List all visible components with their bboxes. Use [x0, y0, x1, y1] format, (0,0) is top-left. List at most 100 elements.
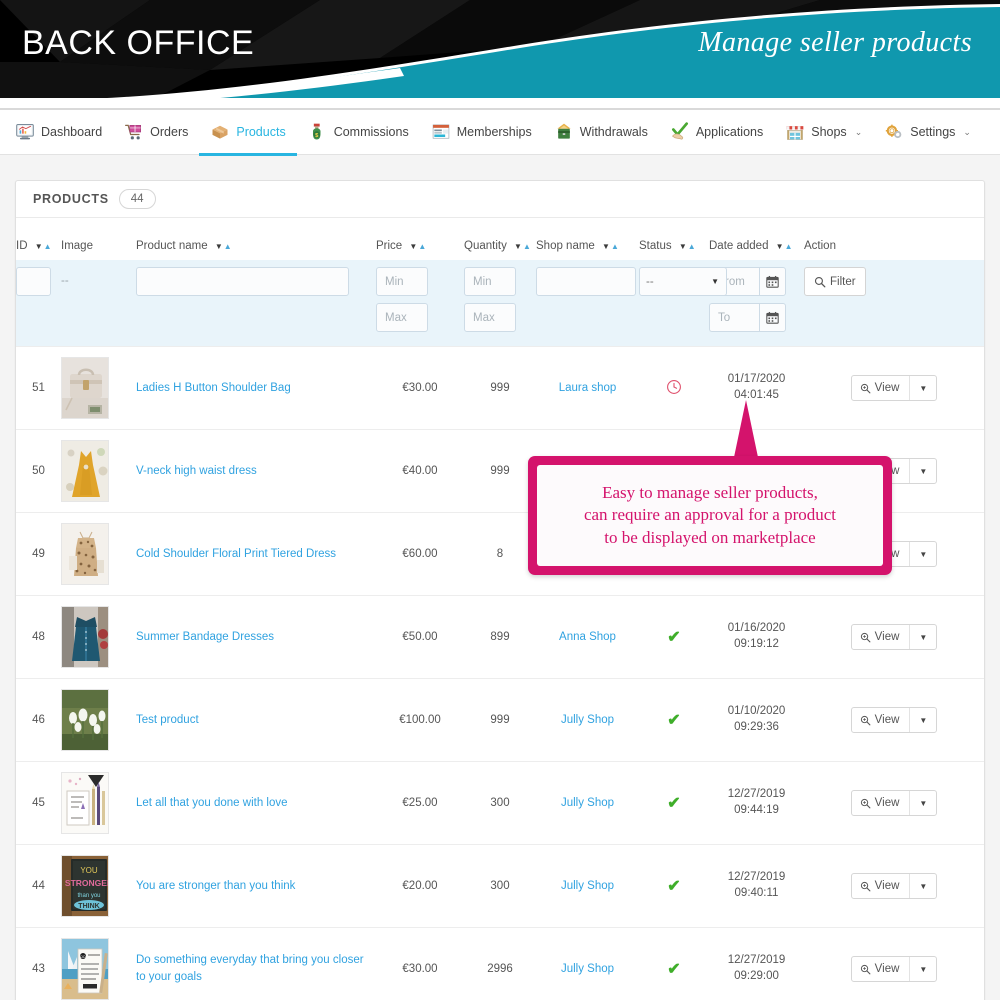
- product-thumbnail[interactable]: [61, 440, 109, 502]
- filter-price-min-input[interactable]: [376, 267, 428, 296]
- filter-button[interactable]: Filter: [804, 267, 866, 296]
- view-button[interactable]: View ▼: [851, 375, 938, 401]
- status-badge-pending[interactable]: [666, 386, 682, 398]
- product-thumbnail[interactable]: [61, 523, 109, 585]
- status-badge-approved[interactable]: ✔: [667, 878, 680, 895]
- filter-status-select[interactable]: --: [639, 267, 727, 296]
- product-thumbnail[interactable]: DO: [61, 938, 109, 1000]
- column-header-product-name[interactable]: Product name ▼▲: [136, 218, 376, 260]
- filter-quantity-min-input[interactable]: [464, 267, 516, 296]
- product-name-link[interactable]: Let all that you done with love: [136, 797, 288, 809]
- column-header-status[interactable]: Status ▼▲: [639, 218, 709, 260]
- product-thumbnail[interactable]: [61, 772, 109, 834]
- filter-quantity-max-input[interactable]: [464, 303, 516, 332]
- sort-asc-icon[interactable]: ▲: [44, 242, 52, 251]
- filter-cell-status: -- ▼: [639, 260, 709, 347]
- nav-item-memberships[interactable]: Memberships: [420, 110, 543, 155]
- calendar-icon[interactable]: [759, 267, 786, 296]
- column-header-id[interactable]: ID ▼▲: [16, 218, 61, 260]
- column-header-date-added[interactable]: Date added ▼▲: [709, 218, 804, 260]
- product-thumbnail[interactable]: [61, 357, 109, 419]
- filter-date-to-input[interactable]: [709, 303, 759, 332]
- view-button[interactable]: View ▼: [851, 707, 938, 733]
- view-dropdown-toggle[interactable]: ▼: [909, 625, 936, 649]
- nav-item-commissions[interactable]: $ Commissions: [297, 110, 420, 155]
- column-header-price[interactable]: Price ▼▲: [376, 218, 464, 260]
- sort-desc-icon[interactable]: ▼: [514, 242, 522, 251]
- sort-desc-icon[interactable]: ▼: [35, 242, 43, 251]
- sort-desc-icon[interactable]: ▼: [215, 242, 223, 251]
- view-dropdown-toggle[interactable]: ▼: [909, 542, 936, 566]
- sort-desc-icon[interactable]: ▼: [776, 242, 784, 251]
- filter-product-name-input[interactable]: [136, 267, 349, 296]
- view-button-label-group[interactable]: View: [852, 797, 910, 809]
- sort-controls[interactable]: ▼▲: [409, 240, 426, 252]
- view-button-label-group[interactable]: View: [852, 631, 910, 643]
- view-button[interactable]: View ▼: [851, 873, 938, 899]
- product-thumbnail[interactable]: YOU STRONGER than you THINK: [61, 855, 109, 917]
- view-dropdown-toggle[interactable]: ▼: [909, 708, 936, 732]
- view-button-label-group[interactable]: View: [852, 963, 910, 975]
- view-dropdown-toggle[interactable]: ▼: [909, 459, 936, 483]
- nav-item-orders[interactable]: Orders: [113, 110, 199, 155]
- nav-item-shops[interactable]: Shops ⌄: [774, 110, 873, 155]
- view-button-label-group[interactable]: View: [852, 880, 910, 892]
- nav-item-withdrawals[interactable]: Withdrawals: [543, 110, 659, 155]
- sort-asc-icon[interactable]: ▲: [611, 242, 619, 251]
- view-button[interactable]: View ▼: [851, 956, 938, 982]
- column-header-quantity[interactable]: Quantity ▼▲: [464, 218, 536, 260]
- view-button-label-group[interactable]: View: [852, 714, 910, 726]
- product-thumbnail[interactable]: [61, 689, 109, 751]
- shop-name-link[interactable]: Jully Shop: [561, 963, 614, 975]
- view-button[interactable]: View ▼: [851, 624, 938, 650]
- product-thumbnail[interactable]: [61, 606, 109, 668]
- view-button-label-group[interactable]: View: [852, 382, 910, 394]
- product-name-link[interactable]: You are stronger than you think: [136, 880, 295, 892]
- sort-desc-icon[interactable]: ▼: [409, 242, 417, 251]
- product-name-link[interactable]: Cold Shoulder Floral Print Tiered Dress: [136, 548, 336, 560]
- filter-shop-name-input[interactable]: [536, 267, 636, 296]
- product-name-link[interactable]: Test product: [136, 714, 199, 726]
- filter-price-max-input[interactable]: [376, 303, 428, 332]
- status-badge-approved[interactable]: ✔: [667, 629, 680, 646]
- sort-controls[interactable]: ▼▲: [679, 240, 696, 252]
- shop-name-link[interactable]: Jully Shop: [561, 714, 614, 726]
- view-dropdown-toggle[interactable]: ▼: [909, 957, 936, 981]
- sort-asc-icon[interactable]: ▲: [688, 242, 696, 251]
- calendar-icon[interactable]: [759, 303, 786, 332]
- shop-name-link[interactable]: Jully Shop: [561, 880, 614, 892]
- sort-controls[interactable]: ▼▲: [35, 240, 52, 252]
- box-icon: [210, 122, 230, 142]
- sort-asc-icon[interactable]: ▲: [523, 242, 531, 251]
- nav-item-applications[interactable]: Applications: [659, 110, 774, 155]
- filter-button-label: Filter: [830, 276, 856, 288]
- filter-id-input[interactable]: [16, 267, 51, 296]
- view-dropdown-toggle[interactable]: ▼: [909, 791, 936, 815]
- nav-item-settings[interactable]: Settings ⌄: [873, 110, 982, 155]
- sort-controls[interactable]: ▼▲: [602, 240, 619, 252]
- sort-desc-icon[interactable]: ▼: [602, 242, 610, 251]
- product-name-link[interactable]: V-neck high waist dress: [136, 465, 257, 477]
- sort-asc-icon[interactable]: ▲: [418, 242, 426, 251]
- sort-controls[interactable]: ▼▲: [776, 240, 793, 252]
- nav-item-dashboard[interactable]: Dashboard: [4, 110, 113, 155]
- shop-name-link[interactable]: Laura shop: [559, 382, 617, 394]
- product-name-link[interactable]: Ladies H Button Shoulder Bag: [136, 382, 291, 394]
- shop-name-link[interactable]: Jully Shop: [561, 797, 614, 809]
- sort-controls[interactable]: ▼▲: [215, 240, 232, 252]
- product-name-link[interactable]: Do something everyday that bring you clo…: [136, 954, 364, 983]
- product-name-link[interactable]: Summer Bandage Dresses: [136, 631, 274, 643]
- status-badge-approved[interactable]: ✔: [667, 795, 680, 812]
- sort-asc-icon[interactable]: ▲: [224, 242, 232, 251]
- sort-desc-icon[interactable]: ▼: [679, 242, 687, 251]
- column-header-shop-name[interactable]: Shop name ▼▲: [536, 218, 639, 260]
- view-dropdown-toggle[interactable]: ▼: [909, 874, 936, 898]
- sort-controls[interactable]: ▼▲: [514, 240, 531, 252]
- sort-asc-icon[interactable]: ▲: [785, 242, 793, 251]
- status-badge-approved[interactable]: ✔: [667, 961, 680, 978]
- view-button[interactable]: View ▼: [851, 790, 938, 816]
- view-dropdown-toggle[interactable]: ▼: [909, 376, 936, 400]
- nav-item-products[interactable]: Products: [199, 110, 296, 155]
- shop-name-link[interactable]: Anna Shop: [559, 631, 616, 643]
- status-badge-approved[interactable]: ✔: [667, 712, 680, 729]
